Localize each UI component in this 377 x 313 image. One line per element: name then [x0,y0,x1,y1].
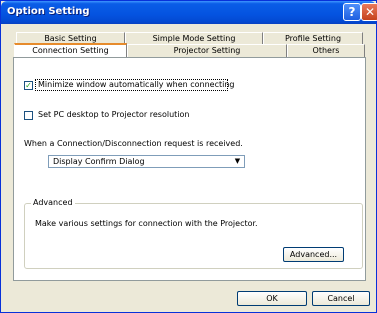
request-action-dropdown[interactable]: Display Confirm Dialog ▼ [48,155,245,168]
set-desktop-resolution-checkbox[interactable] [24,111,33,120]
dropdown-value: Display Confirm Dialog [53,157,145,166]
tab-label: Projector Setting [173,46,241,55]
set-desktop-resolution-label[interactable]: Set PC desktop to Projector resolution [38,110,189,119]
cancel-button[interactable]: Cancel [312,291,370,306]
tab-label: Connection Setting [32,46,109,55]
request-label: When a Connection/Disconnection request … [24,139,243,148]
ok-button-label: OK [266,294,278,303]
advanced-button[interactable]: Advanced... [283,247,344,262]
help-button[interactable]: ? [343,3,361,21]
help-icon: ? [348,5,356,19]
window-title: Option Setting [7,6,90,17]
close-icon: ✕ [364,5,376,19]
advanced-group-title: Advanced [31,198,75,207]
close-button[interactable]: ✕ [361,3,377,21]
tab-connection-setting[interactable]: Connection Setting [14,43,127,57]
cancel-button-label: Cancel [327,294,355,303]
tab-label: Simple Mode Setting [152,34,236,43]
tab-others[interactable]: Others [287,44,365,57]
minimize-window-label[interactable]: Minimize window automatically when conne… [38,80,234,89]
check-icon: ✓ [25,81,32,90]
chevron-down-icon[interactable]: ▼ [231,156,244,167]
ok-button[interactable]: OK [237,291,307,306]
tab-label: Profile Setting [284,34,342,43]
advanced-description: Make various settings for connection wit… [35,219,258,228]
minimize-window-checkbox[interactable]: ✓ [24,81,33,90]
tab-label: Basic Setting [44,34,97,43]
option-setting-window: Option Setting ? ✕ Basic Setting Simple … [0,0,377,313]
tab-projector-setting[interactable]: Projector Setting [127,44,287,57]
advanced-group: Advanced Make various settings for conne… [24,198,363,269]
advanced-button-label: Advanced... [289,250,338,259]
title-bar[interactable]: Option Setting ? ✕ [1,1,377,24]
tab-label: Others [312,46,340,55]
